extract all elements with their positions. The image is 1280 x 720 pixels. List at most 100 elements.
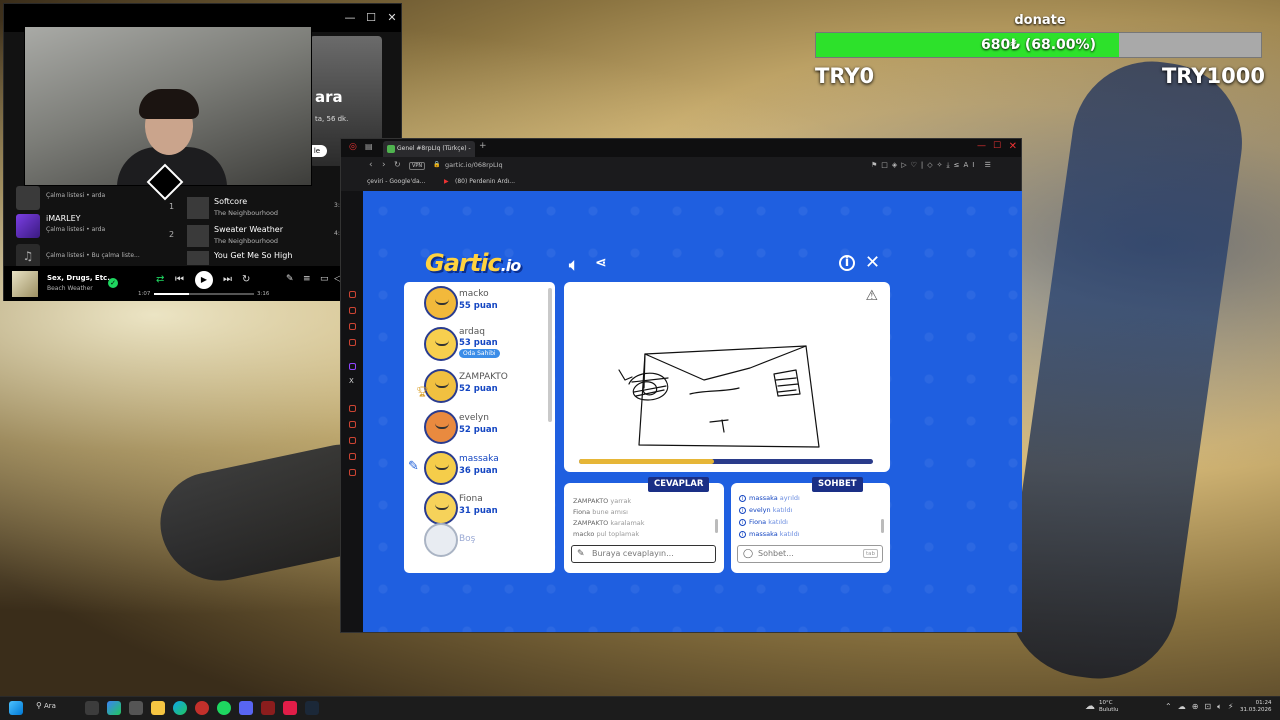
opera-icon[interactable] bbox=[195, 701, 209, 715]
sidebar-app-icon[interactable] bbox=[349, 421, 356, 428]
minimize-button[interactable]: — bbox=[977, 141, 986, 151]
sidebar-app-icon[interactable] bbox=[349, 307, 356, 314]
twitch-icon[interactable] bbox=[349, 363, 356, 370]
donation-max-label: TRY1000 bbox=[1161, 64, 1265, 88]
reload-icon[interactable]: ↻ bbox=[394, 160, 401, 169]
player-entry[interactable]: 🏆︎ ZAMPAKTO 52 puan bbox=[404, 365, 547, 407]
sidebar-app-icon[interactable] bbox=[349, 437, 356, 444]
library-item[interactable]: Çalma listesi • arda bbox=[16, 184, 151, 212]
toolbar-icons[interactable]: ⚑□◈▷♡|◇✧⤓≤AI ☰ bbox=[871, 161, 995, 170]
taskbar-search[interactable]: Ara bbox=[44, 702, 56, 710]
opera-logo-icon[interactable]: ◎ bbox=[349, 142, 357, 152]
sidebar-app-icon[interactable] bbox=[349, 469, 356, 476]
now-playing-artist[interactable]: Beach Weather bbox=[47, 285, 93, 292]
player-avatar bbox=[424, 286, 458, 320]
maximize-button[interactable]: ☐ bbox=[993, 141, 1001, 151]
lyrics-icon[interactable]: ✎ bbox=[286, 274, 294, 284]
back-icon[interactable]: ‹ bbox=[369, 160, 373, 170]
player-entry[interactable]: evelyn 52 puan bbox=[404, 406, 547, 448]
vpn-badge[interactable]: VPN bbox=[409, 162, 426, 170]
sidebar-app-icon[interactable] bbox=[349, 405, 356, 412]
report-warning-icon[interactable]: ⚠ bbox=[865, 288, 878, 304]
spotify-icon[interactable] bbox=[217, 701, 231, 715]
chat-message: i massaka katıldı bbox=[739, 530, 800, 538]
queue-icon[interactable]: ≡ bbox=[303, 274, 311, 284]
close-icon[interactable]: ✕ bbox=[865, 252, 880, 273]
answer-message: ZAMPAKTO yarrak bbox=[573, 497, 631, 505]
player-entry[interactable]: ✎ massaka 36 puan bbox=[404, 447, 547, 489]
answer-author: Fiona bbox=[573, 508, 591, 516]
library-item-title: iMARLEY bbox=[46, 214, 81, 223]
devices-icon[interactable]: ▭ bbox=[320, 274, 329, 284]
shuffle-icon[interactable]: ⇄ bbox=[156, 274, 164, 285]
browser-tab[interactable]: Genel #8rpLIq (Türkçe) - G bbox=[383, 141, 475, 168]
answer-input[interactable]: ✎ Buraya cevaplayın... bbox=[571, 545, 716, 563]
steam-icon[interactable] bbox=[305, 701, 319, 715]
obs-icon[interactable] bbox=[283, 701, 297, 715]
maximize-button[interactable]: ☐ bbox=[363, 10, 379, 26]
library-item[interactable]: iMARLEY Çalma listesi • arda bbox=[16, 212, 151, 240]
info-icon[interactable]: i bbox=[839, 255, 855, 271]
track-row[interactable]: 1 Softcore The Neighbourhood 3:3 bbox=[169, 196, 349, 222]
chat-text: ayrıldı bbox=[779, 494, 800, 502]
chat-message: i massaka ayrıldı bbox=[739, 494, 800, 502]
search-icon[interactable]: ⚲ bbox=[36, 701, 42, 710]
play-button[interactable]: ▶ bbox=[195, 271, 213, 289]
answers-scrollbar[interactable] bbox=[715, 519, 718, 533]
sidebar-app-icon[interactable] bbox=[349, 323, 356, 330]
empty-slot[interactable]: Boş bbox=[404, 519, 547, 561]
task-view-icon[interactable] bbox=[85, 701, 99, 715]
player-entry[interactable]: macko 55 puan bbox=[404, 282, 547, 324]
sidebar-app-icon[interactable] bbox=[349, 291, 356, 298]
pencil-icon: ✎ bbox=[577, 549, 585, 559]
player-score: 31 puan bbox=[459, 506, 498, 516]
track-number: 1 bbox=[169, 202, 175, 211]
sidebar-app-icon[interactable] bbox=[349, 453, 356, 460]
weather-icon[interactable]: ☁ bbox=[1085, 701, 1095, 712]
bookmark-item[interactable]: çeviri - Google'da... bbox=[367, 178, 425, 185]
chat-input[interactable]: ◯ Sohbet... tab bbox=[737, 545, 883, 563]
previous-icon[interactable]: ⏮ bbox=[175, 274, 184, 285]
bookmark-item[interactable]: (80) Perdenin Ardı... bbox=[455, 178, 515, 185]
url-field[interactable]: gartic.io/068rpLIq bbox=[445, 161, 503, 169]
track-row[interactable]: 2 Sweater Weather The Neighbourhood 4:0 bbox=[169, 224, 349, 250]
share-icon[interactable]: ⋖ bbox=[595, 255, 607, 271]
minimize-button[interactable]: — bbox=[342, 10, 358, 26]
repeat-icon[interactable]: ↻ bbox=[242, 274, 250, 285]
sidebar-app-icon[interactable] bbox=[349, 339, 356, 346]
now-playing-cover bbox=[12, 271, 38, 297]
close-button[interactable]: ✕ bbox=[384, 10, 400, 26]
track-title: You Get Me So High bbox=[214, 251, 293, 260]
answer-message: macko pul toplamak bbox=[573, 530, 639, 538]
player-list-scrollbar[interactable] bbox=[548, 288, 552, 422]
playback-progress[interactable] bbox=[154, 293, 254, 295]
sound-icon[interactable]: 🔈︎ bbox=[569, 255, 579, 275]
forward-icon[interactable]: › bbox=[382, 160, 386, 170]
lock-icon[interactable]: 🔒 bbox=[433, 161, 440, 168]
discord-icon[interactable] bbox=[239, 701, 253, 715]
next-icon[interactable]: ⏭ bbox=[223, 274, 232, 285]
widgets-icon[interactable] bbox=[107, 701, 121, 715]
answer-message: ZAMPAKTO karalamak bbox=[573, 519, 645, 527]
clock[interactable]: 01:24 31.03.2026 bbox=[1240, 700, 1272, 714]
chat-author: Fiona bbox=[749, 518, 767, 526]
app-icon[interactable] bbox=[261, 701, 275, 715]
browser-tab-bar: ◎ ▤ Genel #8rpLIq (Türkçe) - G + — ☐ ✕ bbox=[341, 139, 1021, 168]
close-button[interactable]: ✕ bbox=[1009, 141, 1017, 152]
tab-menu-icon[interactable]: ▤ bbox=[365, 142, 373, 151]
now-playing-title[interactable]: Sex, Drugs, Etc. bbox=[47, 274, 110, 282]
calendar-app-icon[interactable] bbox=[129, 701, 143, 715]
file-explorer-icon[interactable] bbox=[151, 701, 165, 715]
info-icon: i bbox=[739, 507, 746, 514]
player-entry[interactable]: ardaq 53 puan Oda Sahibi bbox=[404, 323, 547, 365]
edge-icon[interactable] bbox=[173, 701, 187, 715]
system-tray-icons[interactable]: ⌃☁⊕⊡🔈︎⚡ bbox=[1165, 702, 1240, 712]
weather-widget[interactable]: 10°C Bulutlu bbox=[1099, 700, 1118, 714]
chat-scrollbar[interactable] bbox=[881, 519, 884, 533]
liked-check-icon[interactable]: ✓ bbox=[108, 278, 118, 288]
new-tab-button[interactable]: + bbox=[479, 141, 487, 151]
player-name: Fiona bbox=[459, 494, 483, 504]
start-icon[interactable] bbox=[9, 701, 23, 715]
drawing-canvas[interactable]: ⚠ bbox=[564, 282, 890, 472]
x-twitter-icon[interactable]: X bbox=[349, 377, 354, 385]
